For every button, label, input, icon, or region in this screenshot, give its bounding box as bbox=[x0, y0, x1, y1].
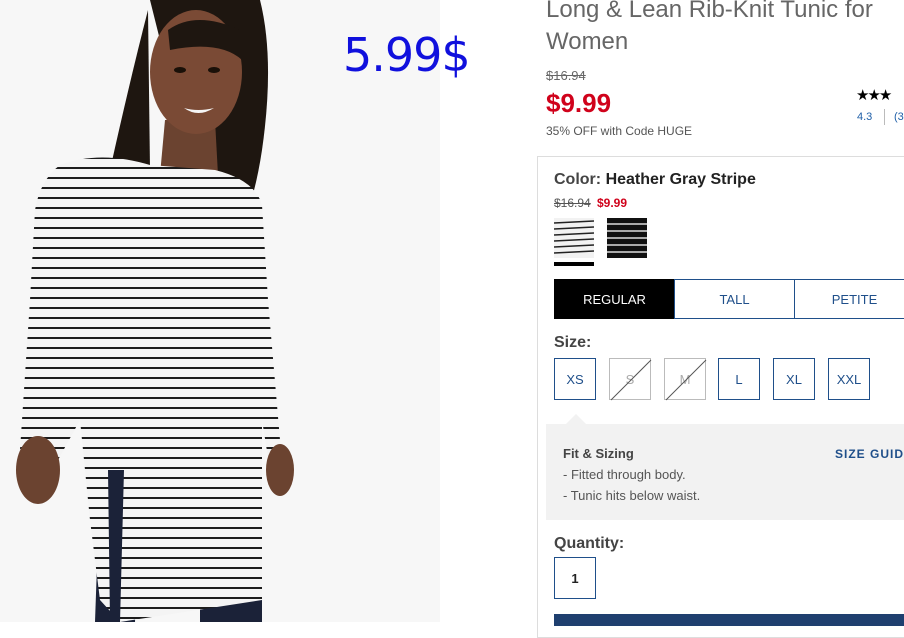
fit-panel-pointer bbox=[566, 414, 586, 424]
color-label: Color: bbox=[554, 171, 602, 188]
tab-petite[interactable]: PETITE bbox=[794, 279, 904, 319]
size-guide-link[interactable]: SIZE GUID bbox=[835, 447, 904, 461]
fit-detail-line: - Fitted through body. bbox=[563, 467, 686, 482]
unavailable-slash-icon bbox=[610, 359, 652, 401]
selected-swatch-indicator bbox=[554, 262, 594, 266]
size-s-button[interactable]: S bbox=[609, 358, 652, 401]
size-xs-label: XS bbox=[566, 371, 584, 387]
size-xs-button[interactable]: XS bbox=[554, 358, 596, 400]
size-l-button[interactable]: L bbox=[718, 358, 760, 400]
fit-type-tabs: REGULAR TALL PETITE bbox=[554, 279, 904, 319]
model-illustration bbox=[16, 0, 294, 622]
size-xxl-button[interactable]: XXL bbox=[828, 358, 870, 400]
original-price: $16.94 bbox=[546, 68, 586, 83]
size-m-button[interactable]: M bbox=[664, 358, 707, 401]
tab-regular[interactable]: REGULAR bbox=[554, 279, 675, 319]
quantity-label: Quantity: bbox=[554, 535, 625, 552]
rating-value[interactable]: 4.3 bbox=[857, 111, 872, 123]
size-l-label: L bbox=[735, 371, 743, 387]
unavailable-slash-icon bbox=[665, 359, 707, 401]
fit-detail-line: - Tunic hits below waist. bbox=[563, 488, 701, 503]
fit-sizing-title: Fit & Sizing bbox=[563, 446, 634, 461]
swatch-heather-gray-stripe[interactable] bbox=[554, 218, 594, 258]
size-xl-label: XL bbox=[786, 371, 802, 387]
review-count-link[interactable]: (3 bbox=[894, 111, 904, 123]
product-title-line-2: Women bbox=[546, 28, 629, 55]
product-title-line-1: Long & Lean Rib-Knit Tunic for bbox=[546, 0, 873, 23]
overlay-price-text: 5.99$ bbox=[343, 28, 471, 82]
color-value: Heather Gray Stripe bbox=[605, 171, 756, 188]
add-to-bag-button[interactable] bbox=[554, 614, 904, 626]
rating-divider bbox=[884, 109, 885, 125]
swatch-original-price: $16.94 bbox=[554, 196, 591, 210]
product-title: Long & Lean Rib-Knit Tunic for Women bbox=[546, 0, 904, 58]
sale-price: $9.99 bbox=[546, 88, 612, 118]
quantity-input[interactable] bbox=[554, 557, 596, 599]
rating-stars-icon[interactable]: ★★★ bbox=[856, 86, 892, 104]
size-xl-button[interactable]: XL bbox=[773, 358, 815, 400]
size-label: Size: bbox=[554, 334, 592, 351]
swatch-black-stripe[interactable] bbox=[607, 218, 647, 258]
tab-tall[interactable]: TALL bbox=[674, 279, 795, 319]
swatch-sale-price: $9.99 bbox=[597, 196, 628, 210]
promo-text: 35% OFF with Code HUGE bbox=[546, 124, 693, 138]
product-image[interactable] bbox=[0, 0, 440, 622]
color-selection: Color: Heather Gray Stripe bbox=[554, 171, 756, 189]
size-xxl-label: XXL bbox=[836, 371, 862, 387]
